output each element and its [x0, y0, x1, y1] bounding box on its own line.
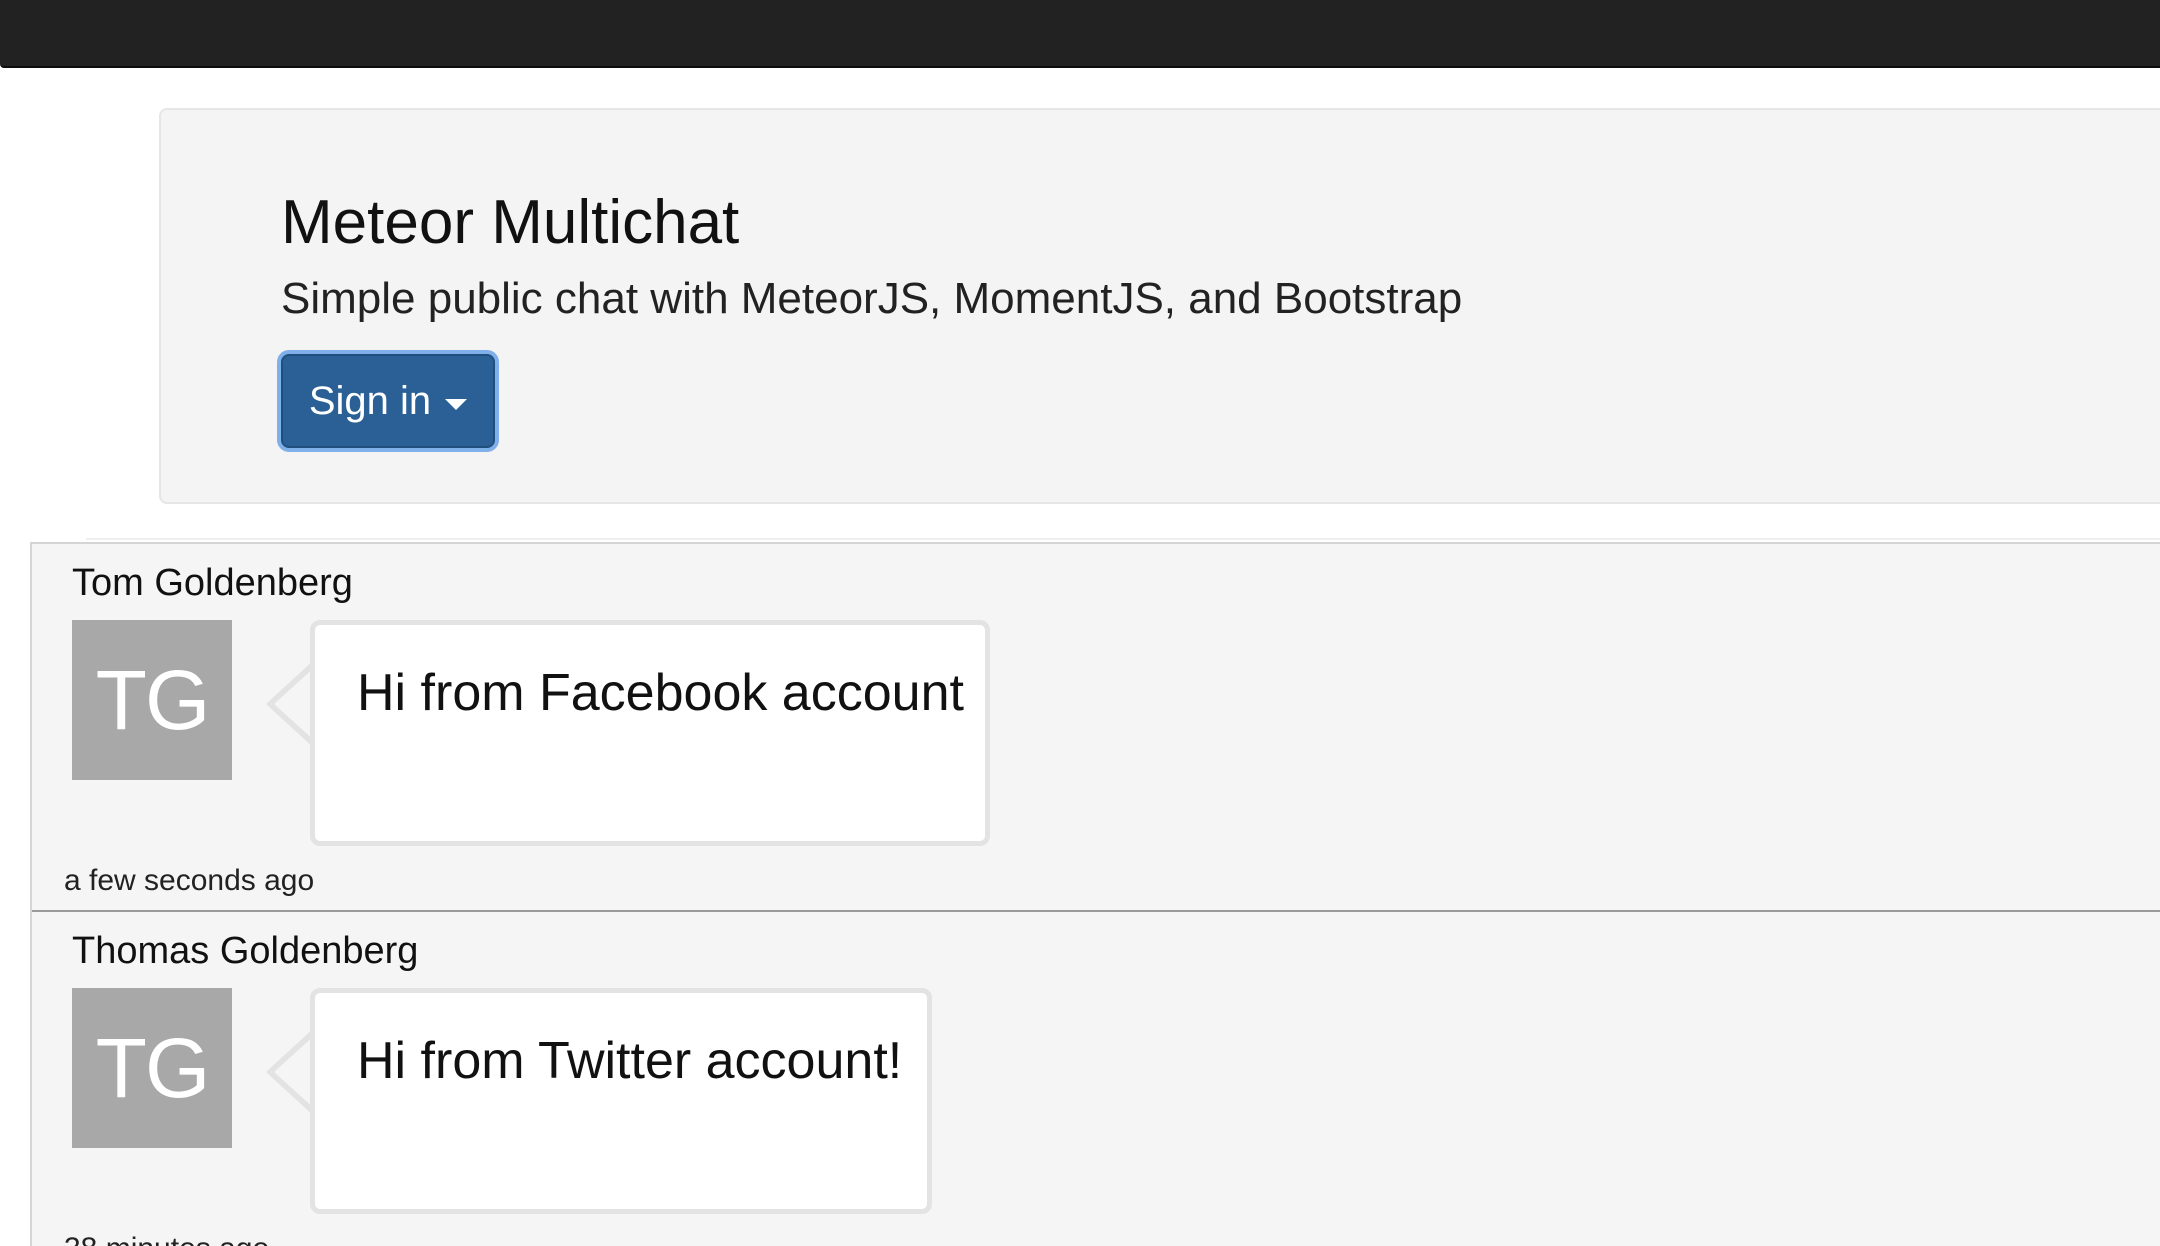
divider — [86, 538, 2160, 540]
message-author: Thomas Goldenberg — [72, 930, 419, 972]
caret-down-icon — [445, 398, 468, 410]
message-bubble: Hi from Twitter account! — [310, 988, 932, 1214]
avatar: TG — [72, 620, 232, 780]
message-timestamp: 38 minutes ago — [64, 1232, 269, 1246]
top-navbar — [0, 0, 2160, 68]
message-text: Hi from Facebook account — [357, 664, 964, 722]
sign-in-button[interactable]: Sign in — [281, 354, 495, 448]
message-item: Tom Goldenberg TG Hi from Facebook accou… — [32, 544, 2160, 912]
sign-in-label: Sign in — [308, 378, 432, 423]
message-bubble: Hi from Facebook account — [310, 620, 990, 846]
message-item: Thomas Goldenberg TG Hi from Twitter acc… — [32, 912, 2160, 1246]
jumbotron: Meteor Multichat Simple public chat with… — [159, 108, 2160, 504]
message-text: Hi from Twitter account! — [357, 1032, 903, 1090]
message-timestamp: a few seconds ago — [64, 864, 315, 897]
page-subtitle: Simple public chat with MeteorJS, Moment… — [281, 274, 1463, 323]
avatar: TG — [72, 988, 232, 1148]
page-title: Meteor Multichat — [281, 188, 740, 257]
message-author: Tom Goldenberg — [72, 562, 353, 604]
chat-list: Tom Goldenberg TG Hi from Facebook accou… — [30, 542, 2160, 1246]
